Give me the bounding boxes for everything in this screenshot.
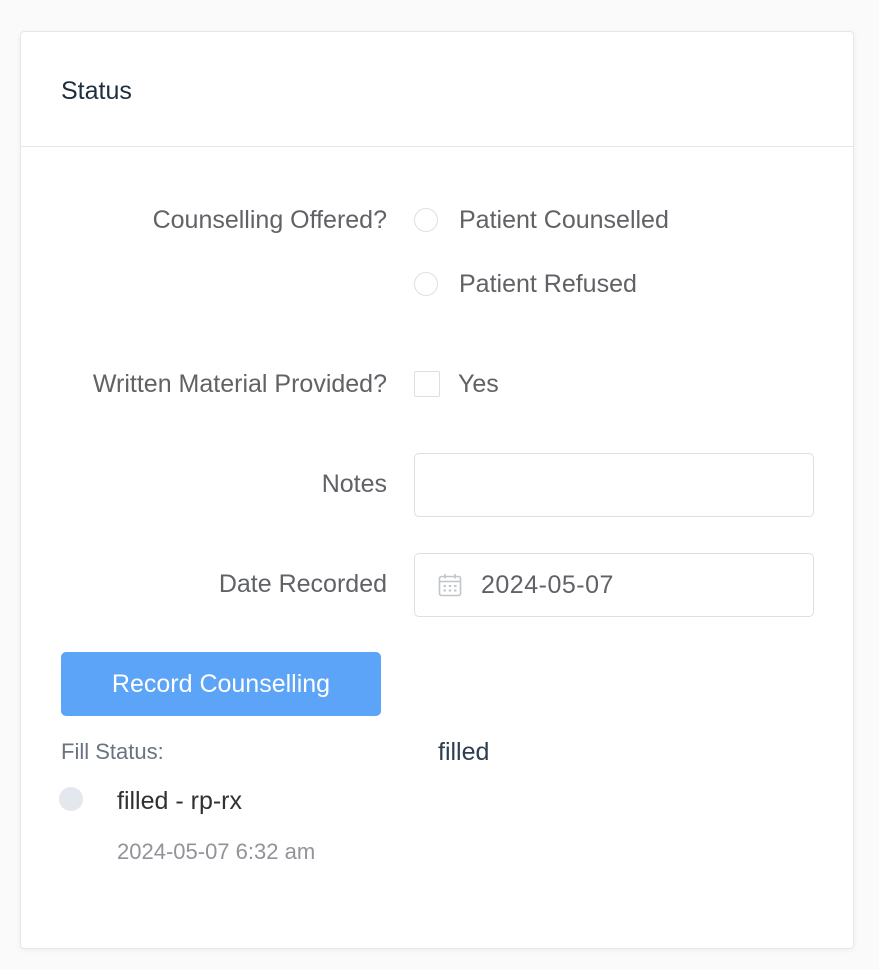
notes-label: Notes: [321, 470, 387, 498]
fill-status-label: Fill Status:: [61, 739, 164, 764]
date-recorded-input[interactable]: 2024-05-07: [414, 553, 814, 617]
date-recorded-label: Date Recorded: [218, 570, 387, 598]
radio-patient-refused-label[interactable]: Patient Refused: [459, 269, 637, 299]
timeline-item-timestamp: 2024-05-07 6:32 am: [117, 839, 316, 864]
status-card: Status Counselling Offered? Patient Coun…: [20, 31, 854, 949]
counselling-offered-label: Counselling Offered?: [152, 206, 387, 234]
timeline-dot: [59, 787, 83, 811]
written-material-checkbox-box[interactable]: [414, 371, 440, 397]
date-recorded-value[interactable]: 2024-05-07: [481, 571, 614, 600]
timeline-item-content: filled - rp-rx: [117, 787, 243, 815]
radio-patient-refused[interactable]: Patient Refused: [414, 269, 637, 299]
card-header: Status: [21, 32, 853, 147]
radio-patient-counselled-circle[interactable]: [414, 208, 438, 232]
radio-patient-counselled-label[interactable]: Patient Counselled: [459, 205, 669, 235]
radio-patient-refused-circle[interactable]: [414, 272, 438, 296]
written-material-yes-label[interactable]: Yes: [458, 369, 499, 399]
card-title: Status: [61, 77, 132, 105]
written-material-checkbox[interactable]: Yes: [414, 369, 499, 399]
record-counselling-button[interactable]: Record Counselling: [61, 652, 381, 716]
calendar-icon: [438, 574, 462, 597]
notes-input[interactable]: [414, 453, 814, 517]
fill-status-value: filled: [438, 738, 490, 766]
radio-patient-counselled[interactable]: Patient Counselled: [414, 205, 669, 235]
written-material-label: Written Material Provided?: [92, 370, 387, 398]
